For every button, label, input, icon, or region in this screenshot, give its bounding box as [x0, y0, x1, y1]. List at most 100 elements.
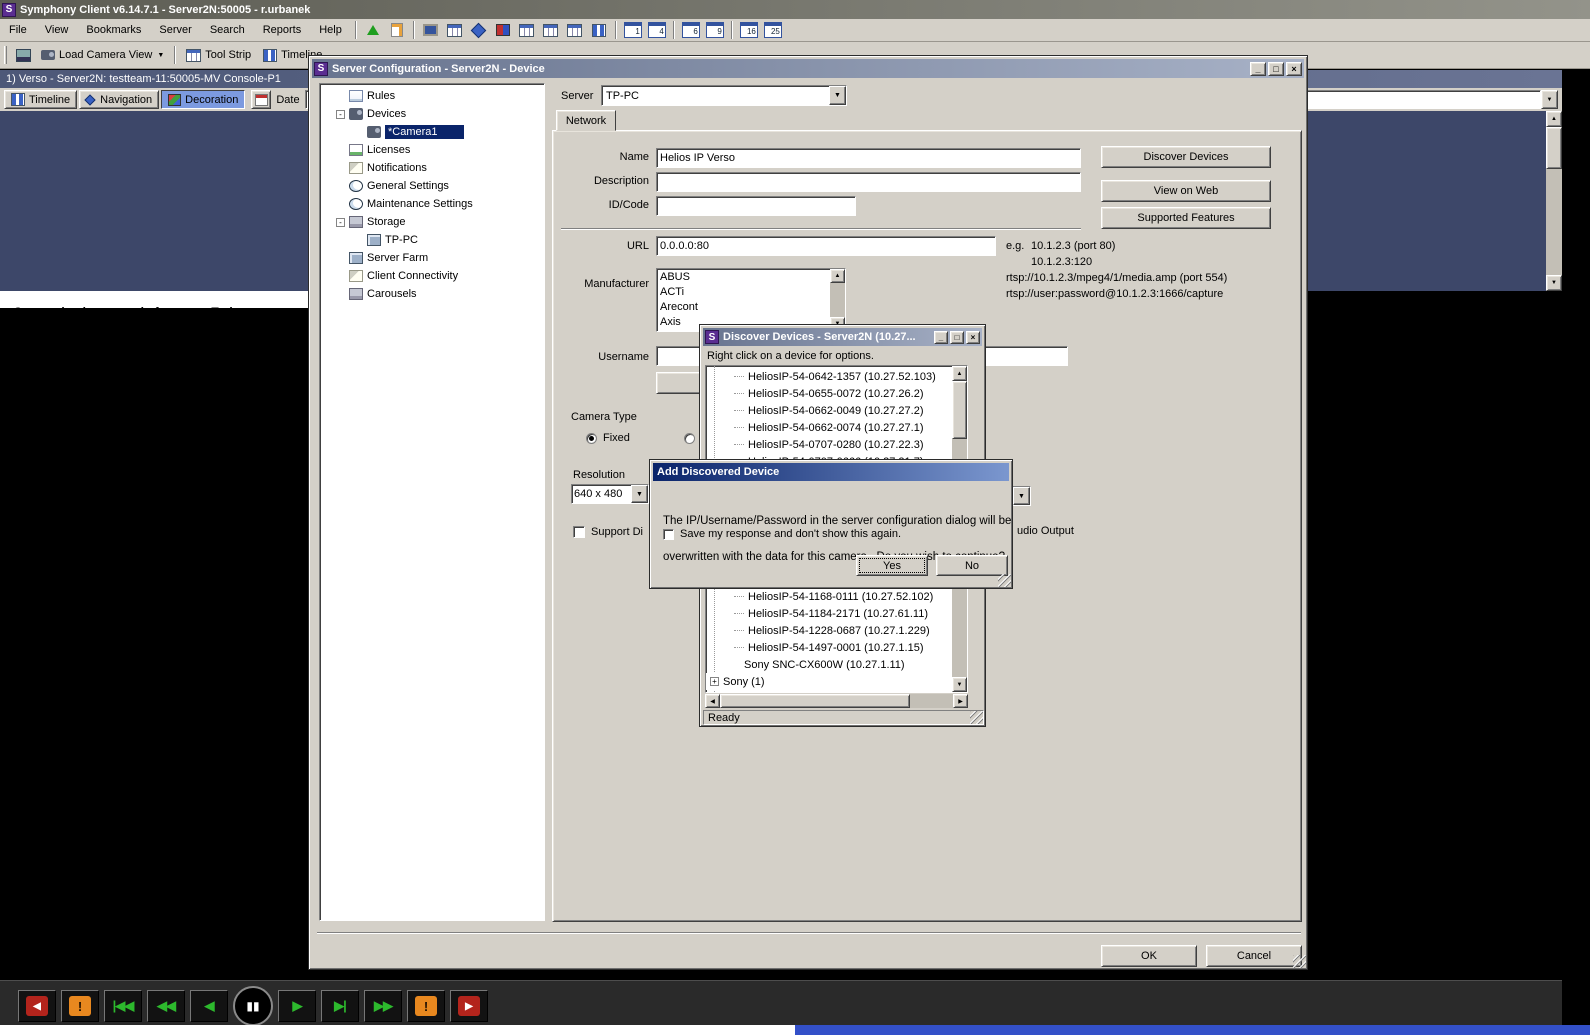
chevron-down-icon[interactable]: ▼: [1013, 487, 1030, 505]
panel-navigation-button[interactable]: Navigation: [79, 90, 159, 109]
table-view-3-button[interactable]: [564, 20, 586, 40]
yes-button[interactable]: Yes: [856, 555, 928, 576]
navigate-button[interactable]: [468, 20, 490, 40]
chevron-down-icon[interactable]: ▼: [829, 86, 846, 105]
step-forward-button[interactable]: ▶: [278, 990, 316, 1022]
skip-to-end-button[interactable]: ▶|: [321, 990, 359, 1022]
save-camera-view-button[interactable]: [12, 45, 34, 65]
table-view-2-button[interactable]: [540, 20, 562, 40]
camera-type-radio-2[interactable]: [684, 433, 695, 444]
device-row[interactable]: HeliosIP-54-1184-2171 (10.27.61.11): [706, 605, 952, 622]
resolution-combobox[interactable]: 640 x 480 ▼: [571, 484, 649, 504]
support-checkbox[interactable]: [573, 526, 585, 538]
scrollbar-thumb[interactable]: [1546, 127, 1562, 169]
tree-item-notifications[interactable]: Notifications: [320, 159, 544, 177]
menu-help[interactable]: Help: [310, 19, 351, 41]
resize-grip[interactable]: [1293, 955, 1306, 968]
server-config-titlebar[interactable]: S Server Configuration - Server2N - Devi…: [312, 59, 1304, 78]
resize-grip[interactable]: [970, 711, 983, 724]
layout-6-button[interactable]: 6: [680, 20, 702, 40]
scrollbar-thumb[interactable]: [952, 381, 967, 439]
scroll-up-button[interactable]: ▲: [952, 366, 967, 381]
layout-16-button[interactable]: 16: [738, 20, 760, 40]
minimize-button[interactable]: _: [1250, 62, 1266, 76]
resize-grip[interactable]: [998, 574, 1011, 587]
monitor-button[interactable]: [420, 20, 442, 40]
tab-network[interactable]: Network: [556, 110, 616, 131]
chevron-down-icon[interactable]: ▼: [631, 485, 648, 503]
panel-timeline-button[interactable]: Timeline: [4, 90, 77, 109]
columns-button[interactable]: [588, 20, 610, 40]
discover-devices-button[interactable]: Discover Devices: [1101, 146, 1271, 168]
load-camera-view-dropdown[interactable]: Load Camera View ▼: [35, 44, 170, 66]
device-row[interactable]: Sony SNC-CX600W (10.27.1.11): [706, 656, 952, 673]
device-row[interactable]: HeliosIP-54-1168-0111 (10.27.52.102): [706, 588, 952, 605]
date-dropdown-button[interactable]: ▼: [1541, 90, 1558, 109]
device-row[interactable]: HeliosIP-54-1497-0001 (10.27.1.15): [706, 639, 952, 656]
tree-item-camera1[interactable]: *Camera1: [320, 123, 544, 141]
edit-button[interactable]: [386, 20, 408, 40]
alarm-previous-button[interactable]: ◀: [18, 990, 56, 1022]
scroll-down-button[interactable]: ▼: [1546, 275, 1562, 291]
close-button[interactable]: ×: [1286, 62, 1302, 76]
minimize-button[interactable]: _: [934, 331, 948, 344]
tree-item-general-settings[interactable]: General Settings: [320, 177, 544, 195]
device-group-sony[interactable]: +Sony (1): [706, 673, 952, 690]
device-list-hscrollbar[interactable]: ◀ ▶: [705, 694, 968, 708]
tree-item-tp-pc[interactable]: TP-PC: [320, 231, 544, 249]
scrollbar-thumb[interactable]: [720, 694, 910, 708]
skip-to-start-button[interactable]: |◀◀: [104, 990, 142, 1022]
add-camera-button[interactable]: [362, 20, 384, 40]
tree-item-maintenance-settings[interactable]: Maintenance Settings: [320, 195, 544, 213]
tree-item-server-farm[interactable]: Server Farm: [320, 249, 544, 267]
menu-file[interactable]: File: [0, 19, 36, 41]
layout-9-button[interactable]: 9: [704, 20, 726, 40]
fast-rewind-button[interactable]: ◀◀: [147, 990, 185, 1022]
url-input[interactable]: [656, 236, 996, 256]
scroll-right-button[interactable]: ▶: [953, 694, 968, 708]
no-button[interactable]: No: [936, 555, 1008, 576]
manufacturer-listbox[interactable]: ABUS ACTi Arecont Axis ▲ ▼: [656, 268, 846, 332]
manufacturer-option[interactable]: Arecont: [660, 301, 845, 316]
view-on-web-button[interactable]: View on Web: [1101, 180, 1271, 202]
description-input[interactable]: [656, 172, 1081, 192]
server-combobox[interactable]: TP-PC ▼: [601, 85, 847, 106]
manufacturer-option[interactable]: ABUS: [660, 271, 845, 286]
toolbar-grip[interactable]: [4, 46, 7, 64]
scroll-up-button[interactable]: ▲: [830, 269, 845, 283]
manufacturer-option[interactable]: ACTi: [660, 286, 845, 301]
expander-icon[interactable]: +: [710, 677, 719, 686]
tree-item-devices[interactable]: -Devices: [320, 105, 544, 123]
swap-view-button[interactable]: [492, 20, 514, 40]
pause-button[interactable]: ▮▮: [233, 986, 273, 1026]
warning-previous-button[interactable]: !: [61, 990, 99, 1022]
panel-decoration-button[interactable]: Decoration: [161, 90, 245, 109]
device-row[interactable]: HeliosIP-54-0707-0280 (10.27.22.3): [706, 436, 952, 453]
panel-calendar-button[interactable]: [251, 90, 271, 109]
fast-forward-button[interactable]: ▶▶: [364, 990, 402, 1022]
menu-reports[interactable]: Reports: [254, 19, 311, 41]
dialog-titlebar[interactable]: Add Discovered Device: [653, 463, 1009, 481]
layout-25-button[interactable]: 25: [762, 20, 784, 40]
tool-strip-button[interactable]: Tool Strip: [180, 44, 257, 66]
tree-item-client-connectivity[interactable]: Client Connectivity: [320, 267, 544, 285]
cancel-button[interactable]: Cancel: [1206, 945, 1302, 967]
save-response-checkbox[interactable]: [663, 529, 674, 540]
name-input[interactable]: [656, 148, 1081, 168]
menu-server[interactable]: Server: [150, 19, 200, 41]
device-row[interactable]: HeliosIP-54-0662-0074 (10.27.27.1): [706, 419, 952, 436]
camera-type-fixed-radio[interactable]: [586, 433, 597, 444]
layout-4-button[interactable]: 4: [646, 20, 668, 40]
supported-features-button[interactable]: Supported Features: [1101, 207, 1271, 229]
idcode-input[interactable]: [656, 196, 856, 216]
maximize-button[interactable]: □: [950, 331, 964, 344]
expander-icon[interactable]: -: [336, 218, 345, 227]
menu-view[interactable]: View: [36, 19, 78, 41]
scroll-left-button[interactable]: ◀: [705, 694, 720, 708]
close-button[interactable]: ×: [966, 331, 980, 344]
tree-item-carousels[interactable]: Carousels: [320, 285, 544, 303]
tree-item-storage[interactable]: -Storage: [320, 213, 544, 231]
tree-item-rules[interactable]: Rules: [320, 87, 544, 105]
scroll-up-button[interactable]: ▲: [1546, 111, 1562, 127]
tree-item-licenses[interactable]: Licenses: [320, 141, 544, 159]
